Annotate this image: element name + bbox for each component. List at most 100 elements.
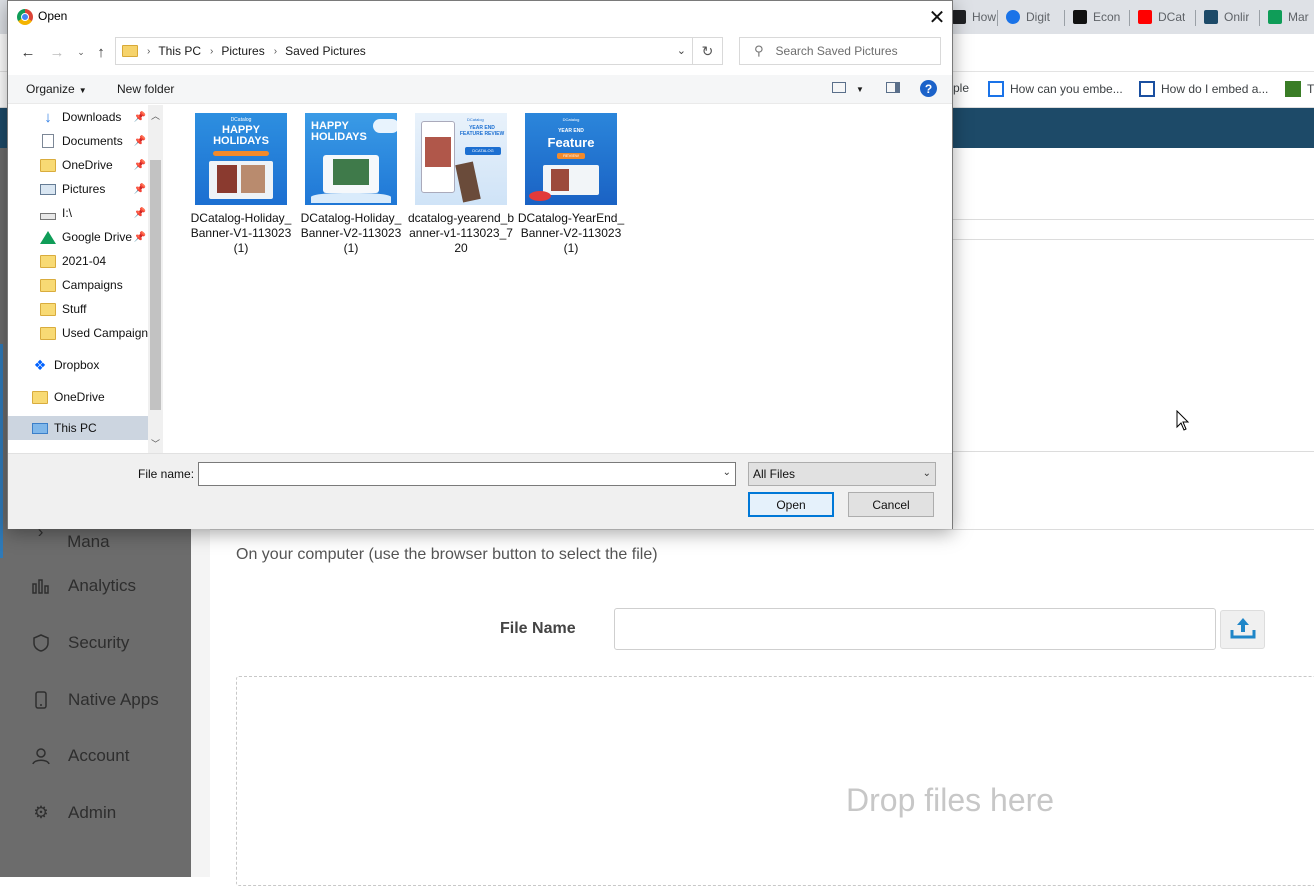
tab-favicon-icon <box>1138 10 1152 24</box>
nav-item-stuff[interactable]: Stuff <box>8 297 148 321</box>
file-name: dcatalog-yearend_banner-v1-113023_720 <box>407 211 515 255</box>
bookmark-item[interactable]: How can you embe... <box>988 81 1123 97</box>
sidebar-item-account[interactable]: Account <box>30 741 129 771</box>
breadcrumb-pictures[interactable]: Pictures <box>221 44 264 58</box>
nav-item-label: Used Campaigns <box>62 326 155 340</box>
address-breadcrumb[interactable]: › This PC › Pictures › Saved Pictures ⌄ … <box>115 37 723 65</box>
tab-label: Digit <box>1026 10 1051 24</box>
nav-item-used-campaigns[interactable]: Used Campaigns <box>8 321 154 345</box>
preview-pane-icon[interactable] <box>886 82 900 93</box>
sidebar-active-accent <box>0 344 3 558</box>
upload-button[interactable] <box>1220 610 1265 649</box>
tab-label: Econ <box>1093 10 1121 24</box>
chevron-down-icon[interactable]: ⌄ <box>677 44 686 57</box>
file-item[interactable]: DCatalog YEAR END Feature REVIEW DCatalo… <box>517 113 625 256</box>
search-input[interactable] <box>773 43 924 59</box>
navigation-scrollbar[interactable]: ︿ ﹀ <box>148 105 163 453</box>
google-drive-icon <box>40 230 56 244</box>
upload-icon <box>1230 616 1256 643</box>
file-name: DCatalog-Holiday_Banner-V2-113023 (1) <box>300 211 402 255</box>
file-list: DCatalog HAPPY HOLIDAYS DCatalog-Holiday… <box>170 105 952 453</box>
bookmark-label: ple <box>953 81 970 95</box>
phone-icon <box>30 691 52 709</box>
nav-item-google-drive[interactable]: Google Drive 📌 <box>8 225 148 249</box>
nav-item-downloads[interactable]: ↓ Downloads 📌 <box>8 105 148 129</box>
nav-item-this-pc[interactable]: This PC <box>8 416 148 440</box>
sidebar-item-analytics[interactable]: Analytics <box>30 571 136 601</box>
file-name-input[interactable] <box>614 608 1216 650</box>
sidebar-item-admin[interactable]: ⚙ Admin <box>30 798 116 828</box>
file-name-field[interactable]: ⌄ <box>198 462 736 486</box>
sidebar-item-native-apps[interactable]: Native Apps <box>30 685 159 715</box>
refresh-icon[interactable]: ↻ <box>692 38 722 64</box>
recent-locations-icon[interactable]: ⌄ <box>71 42 91 62</box>
close-icon[interactable]: ✕ <box>920 4 954 30</box>
breadcrumb-saved-pictures[interactable]: Saved Pictures <box>285 44 366 58</box>
nav-item-documents[interactable]: Documents 📌 <box>8 129 148 153</box>
up-arrow-icon[interactable]: ↑ <box>91 42 111 62</box>
nav-item-pictures[interactable]: Pictures 📌 <box>8 177 148 201</box>
sidebar-item-security[interactable]: Security <box>30 628 129 658</box>
divider <box>210 529 1314 530</box>
new-folder-button[interactable]: New folder <box>117 82 174 96</box>
file-name-field-label: File name: <box>138 467 195 481</box>
nav-item-onedrive[interactable]: OneDrive 📌 <box>8 153 148 177</box>
breadcrumb-separator-icon: › <box>147 45 151 57</box>
dialog-title-bar: Open ✕ <box>8 1 952 32</box>
drop-zone[interactable] <box>236 676 1314 886</box>
nav-item-onedrive-root[interactable]: OneDrive <box>8 385 148 409</box>
file-type-filter[interactable]: All Files ⌄ <box>748 462 936 486</box>
download-icon: ↓ <box>44 108 52 126</box>
nav-item-label: Downloads <box>62 110 122 124</box>
breadcrumb-this-pc[interactable]: This PC <box>158 44 201 58</box>
scrollbar-thumb[interactable] <box>150 160 161 410</box>
nav-item-campaigns[interactable]: Campaigns <box>8 273 148 297</box>
nav-item-drive-i[interactable]: I:\ 📌 <box>8 201 148 225</box>
nav-item-label: OneDrive <box>54 390 105 404</box>
pictures-icon <box>40 183 56 195</box>
nav-item-label: I:\ <box>62 206 73 220</box>
thumbnail-text: REVIEW <box>557 153 585 159</box>
dialog-title: Open <box>38 9 68 23</box>
forward-arrow-icon[interactable]: → <box>47 42 67 62</box>
file-name: DCatalog-Holiday_Banner-V1-113023 (1) <box>190 211 292 255</box>
chevron-down-icon[interactable]: ⌄ <box>723 467 731 478</box>
view-options-caret-icon[interactable]: ▼ <box>856 85 864 94</box>
nav-item-label: Documents <box>62 134 123 148</box>
browser-tab[interactable]: Mar <box>1268 5 1314 29</box>
organize-button[interactable]: Organize ▼ <box>26 82 87 96</box>
tab-label: Onlir <box>1224 10 1250 24</box>
open-button[interactable]: Open <box>748 492 834 517</box>
nav-item-dropbox[interactable]: ❖ Dropbox <box>8 353 148 377</box>
nav-item-label: Dropbox <box>54 358 100 372</box>
tab-separator <box>997 10 998 26</box>
scroll-up-icon[interactable]: ︿ <box>148 109 163 122</box>
browser-tab[interactable]: Econ <box>1073 5 1120 29</box>
file-item[interactable]: HAPPY HOLIDAYS DCatalog-Holiday_Banner-V… <box>297 113 405 256</box>
browser-tab[interactable]: DCat <box>1138 5 1185 29</box>
bookmark-item[interactable]: How do I embed a... <box>1139 81 1268 97</box>
folder-icon <box>40 158 56 172</box>
tab-favicon-icon <box>1006 10 1020 24</box>
back-arrow-icon[interactable]: ← <box>18 42 38 62</box>
drop-zone-text: Drop files here <box>846 782 1055 818</box>
scroll-down-icon[interactable]: ﹀ <box>148 437 163 450</box>
user-icon <box>30 747 52 765</box>
bookmark-favicon-icon <box>1139 81 1155 97</box>
browser-tab[interactable]: Digit <box>1006 5 1050 29</box>
bookmark-item[interactable]: T <box>1285 81 1314 97</box>
help-icon[interactable]: ? <box>920 80 937 97</box>
change-view-icon[interactable] <box>832 82 846 93</box>
breadcrumb-separator-icon: › <box>273 45 278 57</box>
browser-tab[interactable]: Onlir <box>1204 5 1249 29</box>
drive-icon <box>40 212 56 220</box>
sidebar-item-label: Security <box>68 633 130 652</box>
bookmark-item[interactable]: ple <box>953 81 969 95</box>
file-item[interactable]: DCatalog YEAR END FEATURE REVIEW DCATALO… <box>407 113 515 256</box>
nav-item-2021-04[interactable]: 2021-04 <box>8 249 148 273</box>
file-item[interactable]: DCatalog HAPPY HOLIDAYS DCatalog-Holiday… <box>187 113 295 256</box>
cancel-button[interactable]: Cancel <box>848 492 934 517</box>
upload-description: On your computer (use the browser button… <box>236 546 658 563</box>
browser-tab[interactable]: How <box>952 5 996 29</box>
tab-favicon-icon <box>1204 10 1218 24</box>
